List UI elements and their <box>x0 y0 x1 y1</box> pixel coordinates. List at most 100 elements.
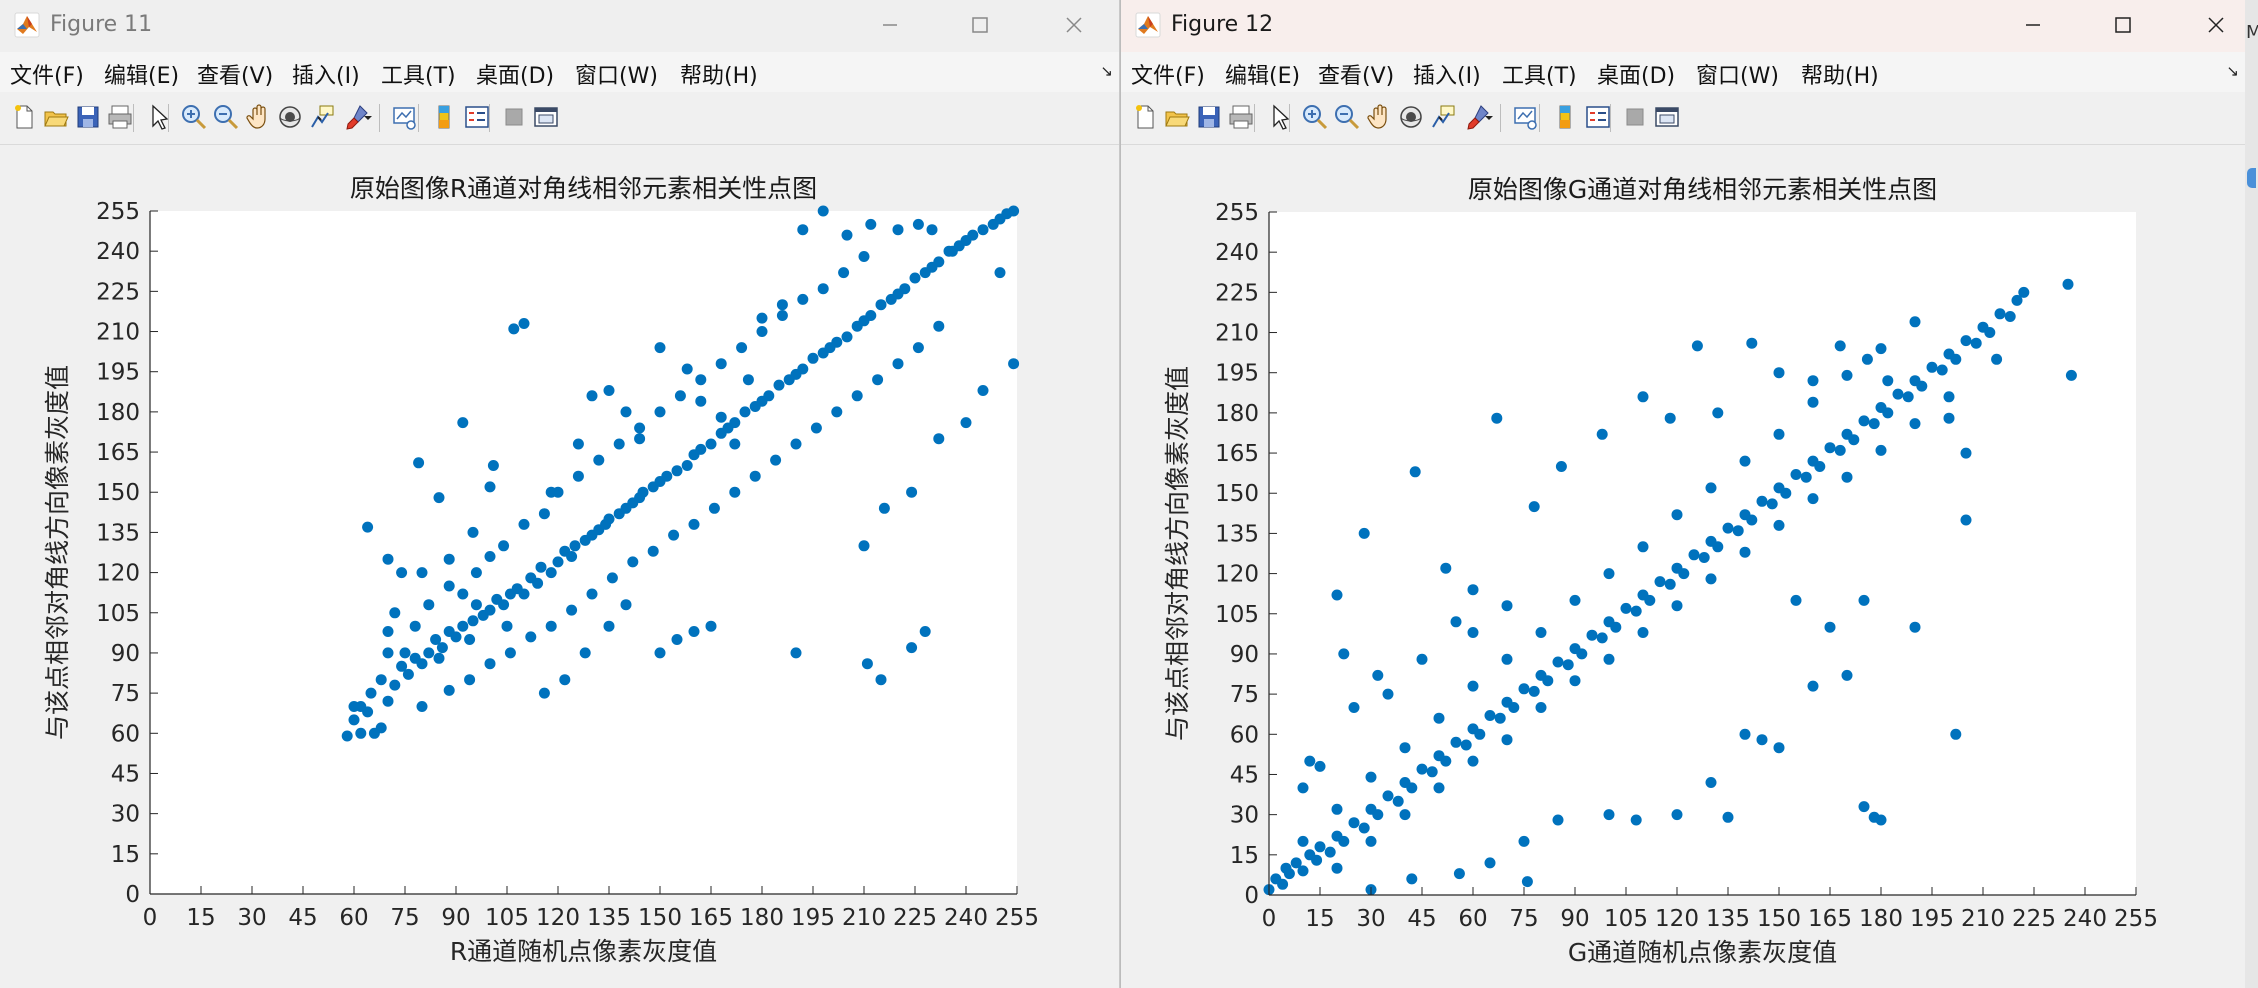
menu-help[interactable]: 帮助(H) <box>1801 58 1879 90</box>
maximize-button[interactable] <box>2101 5 2145 45</box>
scatter-plot-g[interactable]: 0 15 30 45 60 75 90 105 120 135 150 165 180 195 210 225… <box>1121 145 2245 988</box>
close-button[interactable] <box>1052 5 1096 45</box>
data-point <box>858 251 870 262</box>
menu-file[interactable]: 文件(F) <box>10 58 84 90</box>
menu-insert[interactable]: 插入(I) <box>292 58 360 90</box>
link-plot-tool-button[interactable] <box>389 101 421 133</box>
x-tick-label: 90 <box>441 905 470 931</box>
menu-window[interactable]: 窗口(W) <box>575 58 658 90</box>
menu-tools[interactable]: 工具(T) <box>381 58 456 90</box>
data-point <box>457 588 469 600</box>
data-point <box>770 454 782 466</box>
pan-tool-button[interactable] <box>243 101 275 133</box>
menu-insert[interactable]: 插入(I) <box>1413 58 1481 90</box>
menu-edit[interactable]: 编辑(E) <box>104 58 179 90</box>
new-file-icon <box>1136 105 1154 129</box>
data-point <box>470 567 482 579</box>
maximize-button[interactable] <box>958 5 1002 45</box>
data-point <box>396 567 408 579</box>
menu-view[interactable]: 查看(V) <box>1318 58 1394 90</box>
open-file-tool-button[interactable] <box>1161 101 1193 133</box>
zoom-in-tool-button[interactable] <box>1299 101 1331 133</box>
colorbar-tool-button[interactable] <box>428 101 460 133</box>
data-point <box>817 205 829 217</box>
data-point <box>708 502 720 514</box>
data-point <box>1970 337 1982 349</box>
show-plot-tools-tool-button[interactable] <box>530 101 562 133</box>
zoom-out-tool-button[interactable] <box>1331 101 1363 133</box>
data-point <box>756 326 768 337</box>
menu-file[interactable]: 文件(F) <box>1131 58 1205 90</box>
title-bar[interactable]: Figure 11 <box>0 0 1119 52</box>
print-tool-button[interactable] <box>104 101 136 133</box>
minimize-button[interactable] <box>2011 5 2055 45</box>
data-point <box>933 320 945 332</box>
data-point <box>1324 846 1336 858</box>
hide-plot-tools-tool-button[interactable] <box>498 101 530 133</box>
brush-dropdown-icon[interactable] <box>1483 101 1495 133</box>
menu-desktop[interactable]: 桌面(D) <box>476 58 554 90</box>
print-tool-button[interactable] <box>1225 101 1257 133</box>
open-file-tool-button[interactable] <box>40 101 72 133</box>
menu-desktop[interactable]: 桌面(D) <box>1597 58 1675 90</box>
brush-dropdown-icon[interactable] <box>362 101 374 133</box>
data-point <box>1671 809 1683 821</box>
rotate-3d-tool-button[interactable] <box>1395 101 1427 133</box>
data-point <box>1433 782 1445 794</box>
save-tool-button[interactable] <box>72 101 104 133</box>
data-point <box>715 411 727 423</box>
data-point <box>1358 527 1370 539</box>
pointer-tool-button[interactable] <box>1264 101 1296 133</box>
show-plot-tools-tool-button[interactable] <box>1651 101 1683 133</box>
new-file-tool-button[interactable] <box>1129 101 1161 133</box>
link-plot-tool-button[interactable] <box>1510 101 1542 133</box>
data-point <box>1637 391 1649 403</box>
toolbar-separator <box>168 104 169 132</box>
data-point <box>603 385 615 396</box>
hide-plot-tools-tool-button[interactable] <box>1619 101 1651 133</box>
zoom-out-tool-button[interactable] <box>210 101 242 133</box>
data-point <box>1535 627 1547 638</box>
x-tick-label: 30 <box>237 905 266 931</box>
x-axis-label: R通道随机点像素灰度值 <box>450 937 717 966</box>
data-point <box>1331 862 1343 874</box>
data-point <box>1277 878 1289 890</box>
data-cursor-tool-button[interactable] <box>1427 101 1459 133</box>
data-point <box>1501 600 1513 612</box>
title-bar[interactable]: Figure 12 <box>1121 0 2245 52</box>
data-point <box>1688 549 1700 561</box>
data-point <box>1603 568 1615 580</box>
data-point <box>1491 412 1503 424</box>
data-point <box>892 224 904 236</box>
zoom-in-icon <box>1303 105 1328 130</box>
data-point <box>749 470 761 482</box>
menu-view[interactable]: 查看(V) <box>197 58 273 90</box>
colorbar-tool-button[interactable] <box>1549 101 1581 133</box>
menu-tools[interactable]: 工具(T) <box>1502 58 1577 90</box>
data-point <box>603 513 615 525</box>
rotate-3d-tool-button[interactable] <box>274 101 306 133</box>
minimize-button[interactable] <box>868 5 912 45</box>
scatter-plot-r[interactable]: 0 15 30 45 60 75 90 105 120 135 150 165 180 195 210 225… <box>0 145 1119 988</box>
menu-dock-arrow-icon[interactable]: ↘ <box>1100 62 1113 80</box>
data-point <box>671 465 683 477</box>
menu-dock-arrow-icon[interactable]: ↘ <box>2226 62 2239 80</box>
pointer-tool-button[interactable] <box>143 101 175 133</box>
data-point <box>1508 702 1520 713</box>
menu-window[interactable]: 窗口(W) <box>1696 58 1779 90</box>
save-tool-button[interactable] <box>1193 101 1225 133</box>
pan-tool-button[interactable] <box>1364 101 1396 133</box>
zoom-in-tool-button[interactable] <box>178 101 210 133</box>
y-tick-label: 135 <box>1215 521 1259 547</box>
data-point <box>776 310 788 321</box>
menu-edit[interactable]: 编辑(E) <box>1225 58 1300 90</box>
data-point <box>1807 493 1819 505</box>
menu-bar: 文件(F) 编辑(E) 查看(V) 插入(I) 工具(T) 桌面(D) 窗口(W… <box>0 52 1119 92</box>
data-cursor-tool-button[interactable] <box>306 101 338 133</box>
menu-help[interactable]: 帮助(H) <box>680 58 758 90</box>
y-tick-label: 240 <box>96 239 140 265</box>
close-button[interactable] <box>2194 5 2238 45</box>
data-point <box>773 379 785 391</box>
new-file-tool-button[interactable] <box>8 101 40 133</box>
data-point <box>1712 407 1724 419</box>
